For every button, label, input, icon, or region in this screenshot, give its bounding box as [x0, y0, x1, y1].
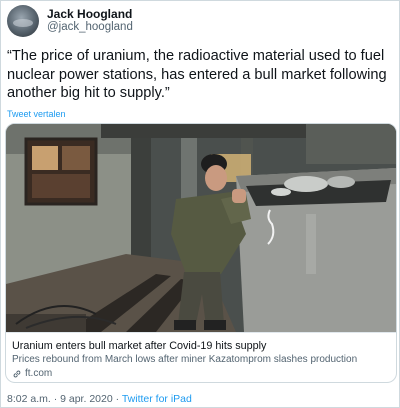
author-names: Jack Hoogland @jack_hoogland [47, 8, 133, 34]
miner-photo [6, 124, 396, 332]
author-display-name[interactable]: Jack Hoogland [47, 8, 133, 21]
card-domain[interactable]: ft.com [12, 368, 52, 379]
translate-tweet-link[interactable]: Tweet vertalen [7, 109, 66, 119]
card-title[interactable]: Uranium enters bull market after Covid-1… [12, 340, 266, 352]
link-icon [13, 370, 21, 377]
avatar[interactable] [7, 5, 39, 37]
tweet-text: “The price of uranium, the radioactive m… [7, 48, 387, 101]
card-domain-text[interactable]: ft.com [25, 368, 52, 379]
tweet-source[interactable]: Twitter for iPad [122, 393, 192, 405]
card-description: Prices rebound from March lows after min… [12, 354, 358, 365]
meta-separator: · [53, 393, 58, 405]
tweet: Jack Hoogland @jack_hoogland “The price … [0, 0, 400, 408]
tweet-date[interactable]: 9 apr. 2020 [60, 393, 113, 405]
tweet-header: Jack Hoogland @jack_hoogland [7, 5, 133, 37]
tweet-meta: 8:02 a.m. · 9 apr. 2020 · Twitter for iP… [7, 393, 192, 405]
link-card[interactable]: Uranium enters bull market after Covid-1… [5, 123, 397, 383]
meta-separator-2: · [115, 393, 120, 405]
tweet-time[interactable]: 8:02 a.m. [7, 393, 51, 405]
author-handle[interactable]: @jack_hoogland [47, 21, 133, 34]
card-image[interactable] [6, 124, 396, 332]
card-footer[interactable]: Uranium enters bull market after Covid-1… [6, 332, 396, 382]
